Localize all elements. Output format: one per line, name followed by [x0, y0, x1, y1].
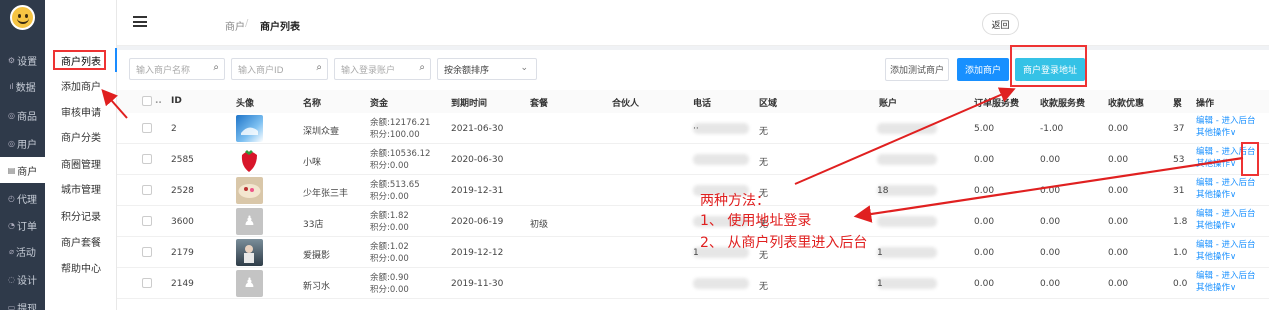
annotation-note-line2: 2、 从商户列表里进入后台 [700, 235, 868, 251]
annotation-arrows [101, 87, 1244, 223]
annotation-note-line1: 1、 使用地址登录 [700, 213, 812, 229]
arrow-to-login-url [794, 87, 1016, 185]
annotation-note-title: 两种方法： [700, 193, 770, 209]
arrow-to-add-merchant [101, 89, 128, 119]
app-root: ⚙ 设置 ıl 数据 ◎ 商品 ◎ 用户 ▤ 商户 ◴ 代理 ◔ 订单 ⌀ 活动 ◌ 设计 ▭ 提现 商户列表 添加商户… [0, 0, 1269, 310]
arrow-to-method-note [853, 156, 1244, 223]
